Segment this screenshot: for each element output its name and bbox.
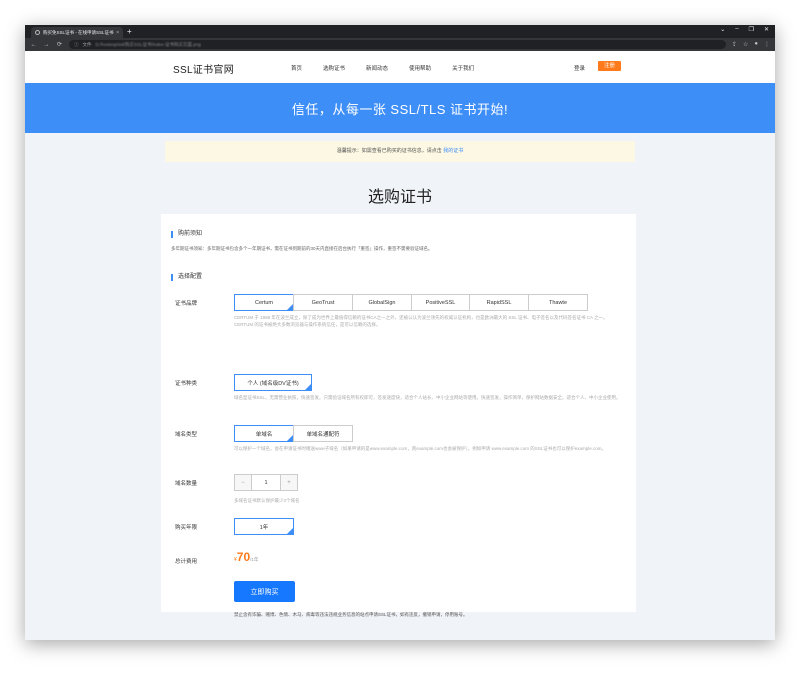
tab-search-icon[interactable]: ⌄ bbox=[720, 26, 725, 33]
bookmark-star-icon[interactable]: ☆ bbox=[743, 41, 748, 48]
brand-description: CERTUM 于 1998 年在波兰成立，除了成为世界上最值得信赖的证书CA之一… bbox=[234, 315, 608, 327]
info-icon[interactable]: ⓘ bbox=[74, 42, 79, 48]
nav-home[interactable]: 首页 bbox=[291, 64, 302, 72]
register-button[interactable]: 注册 bbox=[598, 61, 621, 71]
brand-option-thawte[interactable]: Thawte bbox=[528, 294, 588, 311]
purchase-notice-text: 多年期证书须知：多年期证书包含多个一年期证书，需在证书到期前的30天内直接在后台… bbox=[171, 246, 433, 251]
brand-option-certum[interactable]: Certum bbox=[234, 294, 294, 311]
close-window-button[interactable]: ✕ bbox=[764, 26, 769, 33]
cert-type-description: 域名型证书SSL，无需营业执照，快速签发。只需验证域名所有权即可，签发速度快，适… bbox=[234, 395, 621, 400]
period-label: 购买年限 bbox=[175, 525, 198, 531]
nav-news[interactable]: 新闻动态 bbox=[366, 64, 388, 72]
main-nav: 首页 选购证书 新闻动态 使用帮助 关于我们 bbox=[291, 64, 495, 72]
minimize-button[interactable]: – bbox=[735, 26, 738, 33]
price-unit: /1年 bbox=[250, 557, 259, 562]
quantity-stepper: − 1 + bbox=[234, 474, 298, 491]
domain-type-description: 可以保护一个域名，会在申请证书时赠送www子域名（如果申请的是www.examp… bbox=[234, 446, 607, 451]
globe-icon bbox=[35, 30, 40, 35]
share-icon[interactable]: ⇪ bbox=[732, 41, 737, 48]
hero-banner: 信任，从每一张 SSL/TLS 证书开始! bbox=[25, 83, 775, 133]
purchase-notice-title: 购前须知 bbox=[171, 231, 202, 238]
browser-tabbar: 购买免SSL证书 - 在线申请SSL证书 × + ⌄ – ❐ ✕ bbox=[25, 25, 775, 38]
domain-type-label: 域名类型 bbox=[175, 432, 198, 438]
reload-icon[interactable]: ⟳ bbox=[56, 41, 63, 48]
login-link[interactable]: 登录 bbox=[574, 64, 585, 72]
brand-option-rapidssl[interactable]: RapidSSL bbox=[469, 294, 529, 311]
nav-help[interactable]: 使用帮助 bbox=[409, 64, 431, 72]
tab-title: 购买免SSL证书 - 在线申请SSL证书 bbox=[43, 29, 114, 35]
brand-option-geotrust[interactable]: GeoTrust bbox=[293, 294, 353, 311]
menu-icon[interactable]: ⋮ bbox=[764, 41, 770, 48]
period-option-1-year[interactable]: 1年 bbox=[234, 518, 294, 535]
close-tab-icon[interactable]: × bbox=[116, 30, 119, 36]
quantity-note: 多域名证书默认保护最少3个域名 bbox=[234, 498, 300, 503]
cert-type-option-personal-dv[interactable]: 个人 (域名级DV证书) bbox=[234, 374, 312, 391]
total-label: 总计费用 bbox=[175, 559, 198, 565]
notice-bar: 温馨提示：如需查看已购买的证书信息，请点击 我的证书 bbox=[165, 141, 635, 162]
browser-tab[interactable]: 购买免SSL证书 - 在线申请SSL证书 × bbox=[31, 27, 123, 38]
quantity-input[interactable]: 1 bbox=[251, 475, 281, 490]
toolbar-icons: ⇪ ☆ ● ⋮ bbox=[732, 41, 770, 48]
address-bar[interactable]: ⓘ 文件 D:/hostexp/ssl/购买SSL证书/index-证书购买页面… bbox=[69, 40, 726, 49]
total-price: ¥70/1年 bbox=[234, 550, 258, 564]
buy-now-button[interactable]: 立即购买 bbox=[234, 581, 295, 602]
brand-option-globalsign[interactable]: GlobalSign bbox=[352, 294, 412, 311]
quantity-increase-button[interactable]: + bbox=[281, 475, 297, 490]
banner-text: 信任，从每一张 SSL/TLS 证书开始! bbox=[291, 101, 509, 117]
notice-text: 温馨提示：如需查看已购买的证书信息，请点击 bbox=[336, 148, 444, 154]
forward-icon[interactable]: → bbox=[43, 42, 50, 48]
domain-type-option-wildcard[interactable]: 单域名通配符 bbox=[293, 425, 353, 442]
maximize-button[interactable]: ❐ bbox=[749, 26, 754, 33]
config-title: 选择配置 bbox=[171, 274, 202, 281]
new-tab-button[interactable]: + bbox=[127, 27, 132, 36]
brand-label: 证书品牌 bbox=[175, 301, 198, 307]
browser-toolbar: ← → ⟳ ⓘ 文件 D:/hostexp/ssl/购买SSL证书/index-… bbox=[25, 38, 775, 51]
url-text: D:/hostexp/ssl/购买SSL证书/index-证书购买页面.png bbox=[95, 41, 201, 47]
page-title: 选购证书 bbox=[367, 189, 432, 206]
price-amount: 70 bbox=[236, 550, 251, 564]
profile-icon[interactable]: ● bbox=[754, 41, 758, 48]
nav-about[interactable]: 关于我们 bbox=[452, 64, 474, 72]
domain-type-option-single[interactable]: 单域名 bbox=[234, 425, 294, 442]
cert-type-label: 证书种类 bbox=[175, 381, 198, 387]
my-certificates-link[interactable]: 我的证书 bbox=[443, 148, 463, 154]
quantity-label: 域名数量 bbox=[175, 481, 198, 487]
back-icon[interactable]: ← bbox=[30, 42, 37, 48]
secure-label: 文件 bbox=[82, 41, 92, 47]
nav-buy-cert[interactable]: 选购证书 bbox=[323, 64, 345, 72]
browser-window: 购买免SSL证书 - 在线申请SSL证书 × + ⌄ – ❐ ✕ ← → ⟳ ⓘ… bbox=[25, 25, 775, 640]
site-header: SSL证书官网 首页 选购证书 新闻动态 使用帮助 关于我们 登录 注册 bbox=[25, 51, 775, 83]
quantity-decrease-button[interactable]: − bbox=[235, 475, 251, 490]
site-logo[interactable]: SSL证书官网 bbox=[173, 61, 234, 76]
purchase-card: 购前须知 多年期证书须知：多年期证书包含多个一年期证书，需在证书到期前的30天内… bbox=[161, 214, 636, 617]
window-controls: ⌄ – ❐ ✕ bbox=[720, 26, 769, 33]
brand-option-positivessl[interactable]: PositiveSSL bbox=[411, 294, 470, 311]
policy-footnote: 禁止含有诈骗、赌博、色情、木马、病毒等违法违规业务信息的站点申请SSL证书，如有… bbox=[234, 612, 468, 617]
